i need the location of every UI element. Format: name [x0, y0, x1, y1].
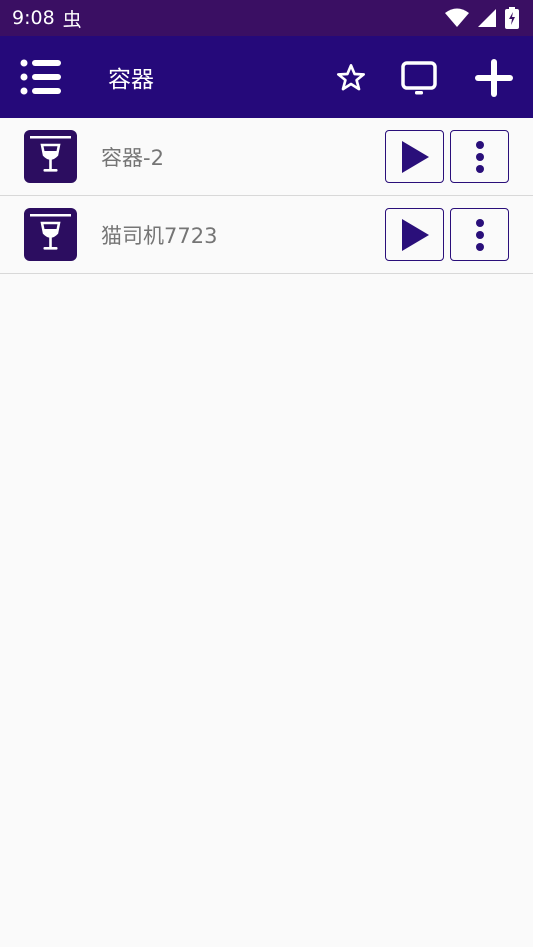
signal-icon [478, 9, 496, 27]
favorite-button[interactable] [331, 58, 371, 98]
app-bar: 容器 [0, 36, 533, 118]
menu-button[interactable] [20, 58, 62, 96]
start-container-button[interactable] [385, 130, 444, 183]
status-left: 9:08 虫 [12, 5, 82, 32]
battery-charging-icon [505, 7, 519, 29]
plus-icon [475, 59, 513, 97]
menu-list-icon [20, 59, 61, 95]
monitor-icon [401, 61, 437, 95]
status-right [445, 7, 519, 29]
display-button[interactable] [399, 58, 439, 98]
wine-glass-box-icon [24, 208, 77, 261]
status-bar: 9:08 虫 [0, 0, 533, 36]
page-title: 容器 [108, 67, 154, 93]
start-container-button[interactable] [385, 208, 444, 261]
add-container-button[interactable] [474, 58, 514, 98]
more-options-button[interactable] [450, 208, 509, 261]
more-vertical-icon [475, 218, 484, 251]
container-name: 猫司机7723 [101, 224, 218, 248]
more-vertical-icon [475, 140, 484, 173]
list-item[interactable]: 容器-2 [0, 118, 533, 196]
notification-bug-icon: 虫 [62, 8, 82, 31]
status-time: 9:08 [12, 7, 55, 29]
list-item[interactable]: 猫司机7723 [0, 196, 533, 274]
play-icon [401, 140, 429, 173]
container-name: 容器-2 [101, 146, 164, 170]
star-outline-icon [337, 63, 365, 91]
wifi-icon [445, 8, 469, 27]
wine-glass-box-icon [24, 130, 77, 183]
more-options-button[interactable] [450, 130, 509, 183]
container-list: 容器-2 猫司机7723 [0, 118, 533, 274]
play-icon [401, 218, 429, 251]
